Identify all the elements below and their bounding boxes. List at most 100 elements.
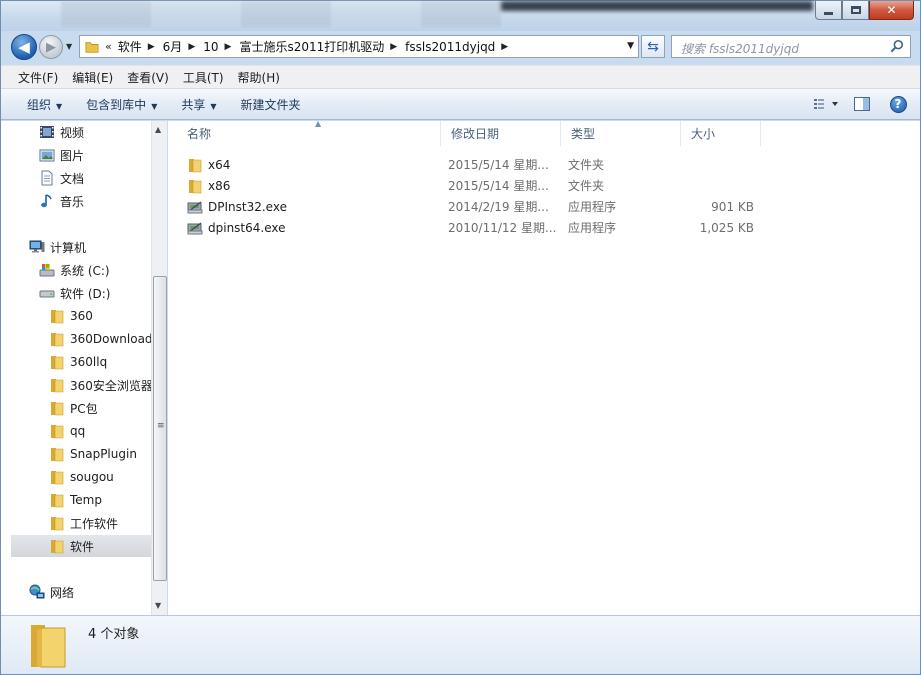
network-icon xyxy=(29,584,45,599)
nav-label: 360Download xyxy=(70,332,153,346)
folder-icon xyxy=(189,158,202,172)
system-drive-icon xyxy=(39,264,55,277)
chevron-down-icon: ▼ xyxy=(210,101,217,111)
nav-label: 系统 (C:) xyxy=(60,263,110,278)
address-history-dropdown[interactable]: ▼ xyxy=(627,41,634,51)
file-size xyxy=(681,154,754,175)
share-button[interactable]: 共享 ▼ xyxy=(169,96,228,113)
folder-icon xyxy=(51,494,64,508)
include-in-library-button[interactable]: 包含到库中 ▼ xyxy=(74,96,169,113)
minimize-button[interactable] xyxy=(815,1,842,20)
nav-label: 工作软件 xyxy=(70,516,119,531)
arrow-right-icon: ▶ xyxy=(46,39,56,55)
menu-help[interactable]: 帮助(H) xyxy=(231,69,287,86)
folder-icon xyxy=(31,625,66,668)
nav-label: 软件 (D:) xyxy=(60,286,111,301)
nav-scrollbar[interactable]: ▲ ≡ ▼ xyxy=(151,121,167,615)
menu-tools[interactable]: 工具(T) xyxy=(176,69,231,86)
chevron-right-icon[interactable]: ▶ xyxy=(499,42,510,52)
file-date: 2014/2/19 星期... xyxy=(448,200,549,214)
search-input[interactable]: 搜索 fssls2011dyjqd xyxy=(671,35,911,58)
address-bar[interactable]: « 软件 ▶ 6月 ▶ 10 ▶ 富士施乐s2011打印机驱动 ▶ fssls2011d… xyxy=(79,35,639,58)
scroll-up-icon[interactable]: ▲ xyxy=(155,125,161,134)
column-header-name[interactable]: 名称 ▲ xyxy=(177,119,441,146)
column-header-date[interactable]: 修改日期 xyxy=(441,121,561,146)
close-icon: ✕ xyxy=(886,3,897,17)
breadcrumb-item[interactable]: 6月 xyxy=(157,38,187,55)
search-icon[interactable] xyxy=(890,39,904,53)
window-controls: ✕ xyxy=(815,1,914,20)
installer-icon xyxy=(187,222,203,234)
chevron-down-icon: ▼ xyxy=(151,101,158,111)
installer-icon xyxy=(187,201,203,213)
breadcrumb-item[interactable]: 软件 xyxy=(112,38,146,55)
folder-icon xyxy=(51,517,64,531)
scroll-thumb[interactable]: ≡ xyxy=(153,276,167,581)
file-row[interactable]: x64 2015/5/14 星期... 文件夹 xyxy=(168,154,768,175)
background-blur xyxy=(61,1,501,27)
forward-button[interactable]: ▶ xyxy=(39,35,63,59)
maximize-button[interactable] xyxy=(842,1,869,20)
video-library-icon xyxy=(40,126,54,138)
address-row: ◀ ▶ ▼ « 软件 ▶ 6月 ▶ 10 ▶ 富士施乐s2011打印机驱动 ▶ fssl… xyxy=(1,31,920,63)
folder-icon xyxy=(51,310,64,324)
chevron-right-icon[interactable]: ▶ xyxy=(388,42,399,52)
recent-pages-button[interactable]: ▼ xyxy=(66,42,72,51)
file-date: 2015/5/14 星期... xyxy=(448,179,549,193)
explorer-window: ✕ ◀ ▶ ▼ « 软件 ▶ 6月 ▶ 10 ▶ 富士施乐s2011打印机驱动 ▶ fs… xyxy=(0,0,921,675)
menu-edit[interactable]: 编辑(E) xyxy=(65,69,120,86)
breadcrumb-item[interactable]: 10 xyxy=(197,40,222,54)
background-strip xyxy=(501,1,813,11)
menu-file[interactable]: 文件(F) xyxy=(11,69,65,86)
menu-view[interactable]: 查看(V) xyxy=(120,69,176,86)
scroll-down-icon[interactable]: ▼ xyxy=(155,601,161,610)
search-placeholder: 搜索 fssls2011dyjqd xyxy=(681,42,799,56)
file-name: dpinst64.exe xyxy=(208,220,286,235)
nav-label: 360llq xyxy=(70,355,108,369)
file-row[interactable]: x86 2015/5/14 星期... 文件夹 xyxy=(168,175,768,196)
organize-button[interactable]: 组织 ▼ xyxy=(15,96,74,113)
arrow-left-icon: ◀ xyxy=(18,38,30,56)
picture-library-icon xyxy=(39,149,55,162)
nav-label: qq xyxy=(70,424,86,438)
nav-label: 网络 xyxy=(50,585,75,600)
back-button[interactable]: ◀ xyxy=(11,34,37,60)
preview-pane-button[interactable] xyxy=(848,94,876,114)
file-type: 应用程序 xyxy=(568,200,617,214)
nav-folder-selected[interactable]: 软件 xyxy=(11,535,151,557)
hard-drive-icon xyxy=(39,290,55,298)
file-name: x86 xyxy=(208,178,231,193)
breadcrumb-overflow[interactable]: « xyxy=(105,40,112,53)
file-date: 2015/5/14 星期... xyxy=(448,158,549,172)
nav-label: 360安全浏览器 xyxy=(70,378,153,393)
title-bar[interactable]: ✕ xyxy=(1,1,920,31)
command-bar: 组织 ▼ 包含到库中 ▼ 共享 ▼ 新建文件夹 ? xyxy=(1,89,920,120)
chevron-right-icon[interactable]: ▶ xyxy=(223,42,234,52)
file-row[interactable]: DPInst32.exe 2014/2/19 星期... 应用程序 901 KB xyxy=(168,196,768,217)
menu-bar: 文件(F) 编辑(E) 查看(V) 工具(T) 帮助(H) xyxy=(1,65,920,89)
folder-icon xyxy=(51,448,64,462)
refresh-button[interactable]: ⇆ xyxy=(641,35,665,58)
help-button[interactable]: ? xyxy=(884,94,912,114)
chevron-right-icon[interactable]: ▶ xyxy=(186,42,197,52)
view-list-icon xyxy=(814,99,838,109)
column-header-type[interactable]: 类型 xyxy=(561,121,681,146)
breadcrumb-item[interactable]: 富士施乐s2011打印机驱动 xyxy=(233,38,388,55)
file-list-view: 名称 ▲ 修改日期 类型 大小 x64 2015/5/14 星期... 文件夹 … xyxy=(168,119,920,615)
breadcrumb-item[interactable]: fssls2011dyjqd xyxy=(399,40,499,54)
change-view-button[interactable] xyxy=(812,94,840,114)
chevron-right-icon[interactable]: ▶ xyxy=(146,42,157,52)
file-row[interactable]: dpinst64.exe 2010/11/12 星期... 应用程序 1,025… xyxy=(168,217,768,238)
view-controls: ? xyxy=(812,89,920,119)
minimize-icon xyxy=(824,11,833,15)
include-label: 包含到库中 xyxy=(86,97,147,112)
file-name-cell: x64 xyxy=(187,154,437,175)
item-count: 4 个对象 xyxy=(88,627,140,642)
close-button[interactable]: ✕ xyxy=(869,1,914,20)
folder-icon xyxy=(189,179,202,193)
new-folder-button[interactable]: 新建文件夹 xyxy=(229,96,313,113)
column-label: 名称 xyxy=(187,127,212,141)
column-header-size[interactable]: 大小 xyxy=(681,121,761,146)
folder-icon xyxy=(51,402,64,416)
folder-icon xyxy=(51,333,64,347)
